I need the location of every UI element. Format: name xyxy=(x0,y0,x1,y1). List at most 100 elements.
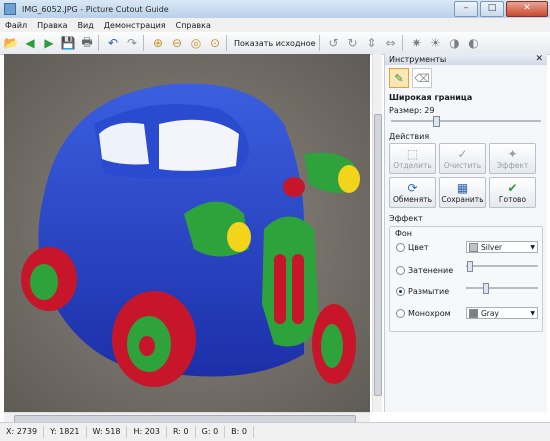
size-label: Размер: 29 xyxy=(389,106,435,115)
option-label: Размытие xyxy=(408,287,450,296)
option-monochrome[interactable]: Монохром xyxy=(396,309,451,318)
shading-slider[interactable] xyxy=(466,261,538,272)
clear-label: Очистить xyxy=(443,161,482,170)
swap-button[interactable]: ⟳ Обменять xyxy=(389,177,436,208)
tool-selector: ✎ ⌫ xyxy=(385,65,547,91)
tool-name: Широкая граница xyxy=(389,93,473,102)
separate-icon: ⬚ xyxy=(406,147,419,161)
forward-arrow-icon[interactable]: ▶ xyxy=(41,35,57,51)
toolbar-separator xyxy=(143,35,144,51)
zoom-fit-icon[interactable]: ◎ xyxy=(188,35,204,51)
chevron-down-icon: ▼ xyxy=(530,243,535,251)
save-icon[interactable]: 💾 xyxy=(60,35,76,51)
brightness-icon[interactable]: ☀ xyxy=(428,35,444,51)
status-h: H: 203 xyxy=(127,426,167,438)
window-title: IMG_6052.JPG - Picture Cutout Guide xyxy=(22,4,169,14)
chevron-down-icon: ▼ xyxy=(530,309,535,317)
mono-value: Gray xyxy=(481,308,499,318)
toolbar-separator xyxy=(98,35,99,51)
app-icon xyxy=(4,3,16,15)
color-swatch xyxy=(469,308,478,318)
toolbar-separator xyxy=(401,35,403,51)
slider-track xyxy=(391,120,541,122)
slider-track xyxy=(466,287,538,289)
option-shading[interactable]: Затенение xyxy=(396,266,453,275)
vertical-scrollbar[interactable] xyxy=(372,54,382,412)
menu-demo[interactable]: Демонстрация xyxy=(99,21,171,30)
option-color[interactable]: Цвет xyxy=(396,243,429,252)
color-value: Silver xyxy=(481,242,503,252)
blur-slider-wrap xyxy=(466,283,538,294)
size-slider[interactable] xyxy=(391,116,541,127)
monochrome-dropdown[interactable]: Gray ▼ xyxy=(466,307,538,319)
clear-button[interactable]: ✓ Очистить xyxy=(439,143,486,174)
save-label: Сохранить xyxy=(441,195,484,204)
contrast-icon[interactable]: ◐ xyxy=(466,35,482,51)
title-bar: IMG_6052.JPG - Picture Cutout Guide – □ … xyxy=(0,0,550,18)
image-canvas[interactable] xyxy=(4,54,370,412)
menu-file[interactable]: Файл xyxy=(0,21,32,30)
shading-slider-wrap xyxy=(466,261,538,272)
scrollbar-thumb[interactable] xyxy=(374,114,382,396)
show-original-button[interactable]: Показать исходное xyxy=(234,39,316,48)
toolbar-separator xyxy=(318,35,320,51)
print-icon[interactable]: 🖶 xyxy=(79,35,95,51)
radio-button[interactable] xyxy=(396,266,405,275)
menu-bar: Файл Правка Вид Демонстрация Справка xyxy=(0,18,550,32)
status-bar: X: 2739 Y: 1821 W: 518 H: 203 R: 0 G: 0 … xyxy=(0,422,550,441)
zoom-out-icon[interactable]: ⊖ xyxy=(169,35,185,51)
color-combo-wrap: Silver ▼ xyxy=(466,241,538,253)
rotate-left-icon[interactable]: ↺ xyxy=(326,35,342,51)
done-button[interactable]: ✔ Готово xyxy=(489,177,536,208)
clear-icon: ✓ xyxy=(457,147,468,161)
panel-title: Инструменты xyxy=(389,55,447,64)
option-label: Монохром xyxy=(408,309,451,318)
radio-button-selected[interactable] xyxy=(396,287,405,296)
menu-edit[interactable]: Правка xyxy=(32,21,72,30)
radio-button[interactable] xyxy=(396,243,405,252)
color-dropdown[interactable]: Silver ▼ xyxy=(466,241,538,253)
effect-group: Фон Цвет Затенение Размытие Монохром Sil… xyxy=(389,226,543,332)
save-icon: ▦ xyxy=(456,181,469,195)
background-title: Фон xyxy=(395,229,413,238)
separate-button[interactable]: ⬚ Отделить xyxy=(389,143,436,174)
done-label: Готово xyxy=(498,195,527,204)
status-y: Y: 1821 xyxy=(44,426,87,438)
close-icon[interactable]: ✕ xyxy=(535,54,543,65)
flip-vertical-icon[interactable]: ⇕ xyxy=(364,35,380,51)
brush-icon[interactable]: ✎ xyxy=(389,68,409,88)
settings-icon[interactable]: ✷ xyxy=(409,35,425,51)
color-icon[interactable]: ◑ xyxy=(447,35,463,51)
option-blur[interactable]: Размытие xyxy=(396,287,449,296)
close-button[interactable]: ✕ xyxy=(506,1,548,17)
tools-panel: Инструменты ✕ ✎ ⌫ Широкая граница Размер… xyxy=(384,54,547,412)
radio-button[interactable] xyxy=(396,309,405,318)
status-r: R: 0 xyxy=(167,426,196,438)
undo-icon[interactable]: ↶ xyxy=(105,35,121,51)
menu-view[interactable]: Вид xyxy=(73,21,99,30)
mono-combo-wrap: Gray ▼ xyxy=(466,307,538,319)
menu-help[interactable]: Справка xyxy=(171,21,216,30)
zoom-actual-icon[interactable]: ⊙ xyxy=(207,35,223,51)
checkmark-icon: ✔ xyxy=(507,181,518,195)
back-arrow-icon[interactable]: ◀ xyxy=(22,35,38,51)
slider-track xyxy=(466,265,538,267)
slider-thumb[interactable] xyxy=(432,116,440,127)
open-folder-icon[interactable]: 📂 xyxy=(3,35,19,51)
flip-horizontal-icon[interactable]: ⇔ xyxy=(383,35,399,51)
effect-button[interactable]: ✦ Эффект xyxy=(489,143,536,174)
separate-label: Отделить xyxy=(393,161,432,170)
swap-label: Обменять xyxy=(392,195,432,204)
redo-icon[interactable]: ↷ xyxy=(124,35,140,51)
toolbar-separator xyxy=(226,35,227,51)
slider-thumb[interactable] xyxy=(467,261,474,272)
minimize-button[interactable]: – xyxy=(454,1,478,17)
zoom-in-icon[interactable]: ⊕ xyxy=(150,35,166,51)
option-label: Цвет xyxy=(408,243,429,252)
slider-thumb[interactable] xyxy=(482,283,489,294)
blur-slider[interactable] xyxy=(466,283,538,294)
rotate-right-icon[interactable]: ↻ xyxy=(345,35,361,51)
save-result-button[interactable]: ▦ Сохранить xyxy=(439,177,486,208)
maximize-button[interactable]: □ xyxy=(480,1,504,17)
eraser-icon[interactable]: ⌫ xyxy=(412,68,432,88)
